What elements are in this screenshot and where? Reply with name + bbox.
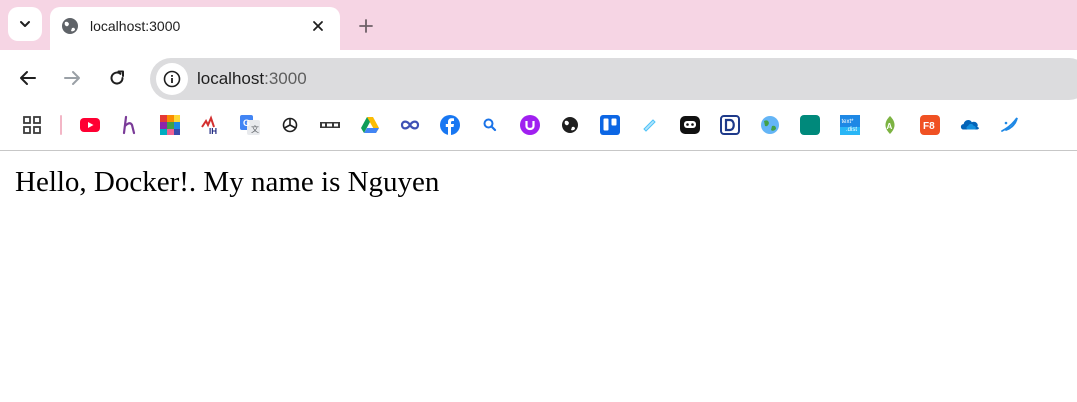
globe-icon: [62, 18, 78, 34]
d-logo-icon: [720, 115, 740, 135]
bookmark-apps[interactable]: [22, 115, 42, 135]
youtube-icon: [80, 118, 100, 132]
apps-grid-icon: [23, 116, 41, 134]
arrow-right-icon: [64, 71, 80, 85]
search-magnifier-icon: [483, 118, 497, 132]
globe-dark-icon: [562, 117, 578, 133]
svg-text:文: 文: [251, 124, 259, 134]
info-icon: [163, 70, 181, 88]
back-button[interactable]: [15, 65, 41, 91]
bookmark-u[interactable]: [520, 115, 540, 135]
page-viewport: Hello, Docker!. My name is Nguyen: [0, 151, 1077, 402]
bookmark-ih[interactable]: IH: [200, 115, 220, 135]
close-tab-button[interactable]: [308, 16, 328, 36]
green-a-icon: A: [885, 116, 895, 134]
teal-square-icon: [800, 115, 820, 135]
svg-text:.dist: .dist: [846, 127, 857, 133]
arrow-left-icon: [20, 71, 36, 85]
bookmark-chatgpt[interactable]: [280, 115, 300, 135]
forward-button[interactable]: [59, 65, 85, 91]
plus-icon: [359, 19, 373, 33]
bookmark-globe[interactable]: [560, 115, 580, 135]
trello-icon: [600, 115, 620, 135]
url-host: localhost: [197, 69, 265, 88]
tab-search-button[interactable]: [8, 7, 42, 41]
bookmark-pencil[interactable]: [640, 115, 660, 135]
pencil-icon: [643, 119, 656, 132]
bookmark-green-a[interactable]: A: [880, 115, 900, 135]
bookmark-colorgrid[interactable]: [160, 115, 180, 135]
bookmark-trello[interactable]: [600, 115, 620, 135]
tab-strip: localhost:3000: [0, 0, 1077, 50]
bookmark-textdist[interactable]: text* .dist: [840, 115, 860, 135]
bookmark-h[interactable]: [120, 115, 140, 135]
bookmark-teal[interactable]: [800, 115, 820, 135]
bookmarks-separator: [60, 115, 62, 135]
active-tab[interactable]: localhost:3000: [50, 7, 340, 50]
page-text: Hello, Docker!. My name is Nguyen: [15, 166, 440, 198]
svg-text:A: A: [887, 122, 893, 131]
bar-logo-icon: [320, 122, 340, 128]
bookmark-f8[interactable]: F8: [920, 115, 940, 135]
browser-toolbar: localhost:3000: [0, 50, 1077, 107]
text-dist-icon: text* .dist: [840, 115, 860, 135]
bookmark-d[interactable]: [720, 115, 740, 135]
close-icon: [313, 21, 323, 31]
site-info-button[interactable]: [156, 63, 188, 95]
bookmark-robot[interactable]: [680, 115, 700, 135]
bookmark-search[interactable]: [480, 115, 500, 135]
swoosh-icon: [1001, 117, 1018, 132]
robot-icon: [680, 116, 700, 134]
google-translate-icon: G 文: [240, 115, 260, 135]
new-tab-button[interactable]: [354, 14, 378, 38]
chevron-down-icon: [20, 21, 30, 27]
url-port: :3000: [264, 69, 307, 88]
reload-button[interactable]: [104, 65, 130, 91]
bookmark-earth[interactable]: [760, 115, 780, 135]
bookmark-youtube[interactable]: [80, 115, 100, 135]
svg-text:IH: IH: [209, 127, 217, 135]
h-logo-icon: [122, 115, 136, 135]
bookmark-translate[interactable]: G 文: [240, 115, 260, 135]
bookmark-swoosh[interactable]: [1000, 115, 1020, 135]
globe-color-icon: [761, 116, 779, 134]
svg-text:G: G: [243, 118, 250, 128]
ih-logo-icon: IH: [201, 115, 217, 135]
onedrive-icon: [960, 120, 979, 130]
u-logo-icon: [520, 115, 540, 135]
color-grid-icon: [160, 115, 180, 135]
f8-icon: F8: [920, 115, 940, 135]
svg-text:F8: F8: [923, 121, 935, 132]
bookmark-drive[interactable]: [360, 115, 380, 135]
bookmark-bar[interactable]: [320, 115, 340, 135]
url-text[interactable]: localhost:3000: [197, 69, 307, 89]
bookmark-link[interactable]: [400, 115, 420, 135]
google-drive-icon: [361, 117, 379, 133]
chatgpt-icon: [282, 117, 298, 133]
reload-icon: [110, 70, 124, 85]
tab-title: localhost:3000: [90, 18, 181, 34]
link-loop-icon: [400, 120, 420, 130]
address-bar[interactable]: localhost:3000: [150, 58, 1077, 100]
bookmarks-bar: IH G 文 text* .dist A F8: [0, 107, 1077, 151]
bookmark-facebook[interactable]: [440, 115, 460, 135]
facebook-icon: [440, 115, 460, 135]
bookmark-onedrive[interactable]: [960, 115, 980, 135]
svg-text:text*: text*: [842, 119, 855, 125]
